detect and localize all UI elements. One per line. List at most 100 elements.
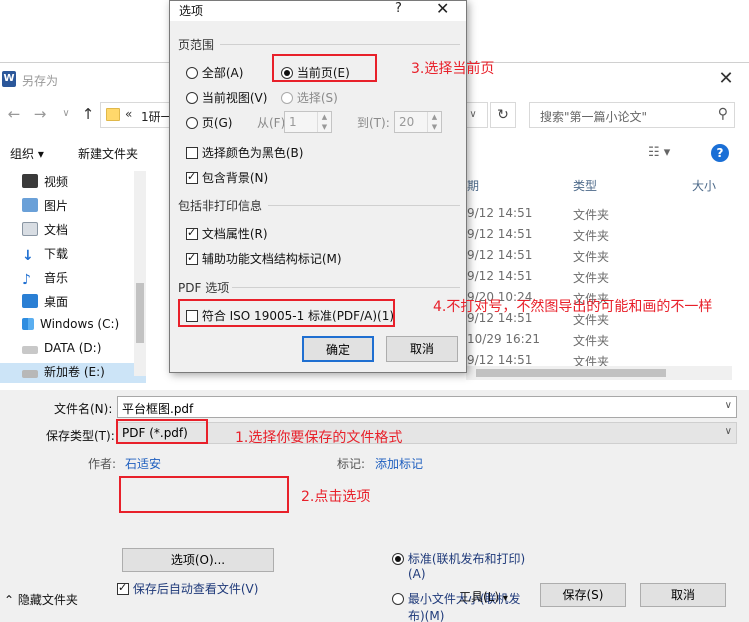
scrollbar-thumb[interactable]	[476, 369, 666, 377]
to-page-value[interactable]: 20	[399, 115, 414, 129]
word-app-icon: W	[2, 71, 16, 87]
checkbox-checked[interactable]	[117, 581, 129, 595]
back-arrow-icon[interactable]: ←	[4, 103, 24, 125]
help-icon[interactable]: ?	[711, 144, 729, 162]
sidebar-item-drive-e[interactable]: 新加卷 (E:)	[0, 363, 146, 383]
sidebar-item-drive-c[interactable]: Windows (C:)	[22, 317, 119, 337]
documents-icon	[22, 222, 38, 236]
column-size[interactable]: 大小	[692, 177, 716, 194]
stepper-arrows-icon[interactable]: ▲ ▼	[427, 112, 441, 132]
view-after-save-checkbox[interactable]: 保存后自动查看文件(V)	[117, 580, 258, 597]
radio-unselected[interactable]	[186, 117, 198, 129]
organize-button[interactable]: 组织 ▾	[10, 145, 44, 162]
file-type: 文件夹	[573, 250, 610, 264]
sidebar-item-label: Windows (C:)	[40, 317, 120, 331]
radio-unselected[interactable]	[186, 67, 198, 79]
divider	[220, 44, 460, 45]
page-range-radio[interactable]: 页(G)	[186, 114, 233, 131]
sidebar-item-documents[interactable]: 文档	[22, 221, 68, 241]
save-button[interactable]: 保存(S)	[540, 583, 626, 607]
chevron-down-icon[interactable]: ∨	[725, 426, 732, 437]
column-date-modified[interactable]: 期	[467, 177, 479, 194]
search-box[interactable]: 搜索"第一篇小论文" ⚲	[529, 102, 735, 128]
checkbox-checked[interactable]	[186, 226, 198, 240]
checkbox-checked[interactable]	[186, 251, 198, 265]
black-color-checkbox[interactable]: 选择颜色为黑色(B)	[186, 144, 303, 161]
scrollbar-thumb[interactable]	[136, 283, 144, 343]
hide-folders-label[interactable]: 隐藏文件夹	[18, 593, 78, 607]
filename-value[interactable]: 平台框图.pdf	[122, 402, 193, 416]
file-list-horizontal-scrollbar[interactable]	[466, 366, 732, 380]
author-value[interactable]: 石适安	[125, 455, 161, 472]
sidebar-item-pictures[interactable]: 图片	[22, 197, 68, 217]
annotation-step-2: 2.点击选项	[301, 489, 371, 505]
stepper-arrows-icon[interactable]: ▲ ▼	[317, 112, 331, 132]
from-page-stepper[interactable]: 1 ▲ ▼	[284, 111, 332, 133]
doc-properties-label: 文档属性(R)	[201, 227, 268, 241]
file-date: 9/12 14:51	[467, 353, 533, 367]
sidebar-item-desktop[interactable]: 桌面	[22, 293, 68, 313]
optimize-standard-label: 标准(联机发布和打印)	[407, 552, 526, 566]
radio-unselected[interactable]	[392, 593, 404, 605]
column-type[interactable]: 类型	[573, 177, 597, 194]
options-button[interactable]: 选项(O)...	[122, 548, 274, 572]
radio-selected[interactable]	[392, 553, 404, 565]
filetype-select[interactable]: PDF (*.pdf) ∨	[117, 422, 737, 444]
forward-arrow-icon[interactable]: →	[30, 103, 50, 125]
accessibility-tags-checkbox[interactable]: 辅助功能文档结构标记(M)	[186, 250, 342, 267]
help-icon[interactable]: ?	[395, 1, 402, 16]
view-options-icon[interactable]: ☷ ▾	[648, 145, 670, 160]
hide-folders-toggle[interactable]: ⌃ 隐藏文件夹	[4, 591, 78, 608]
tools-menu[interactable]: 工具(L) ▾	[459, 588, 508, 605]
add-tags-link[interactable]: 添加标记	[375, 455, 423, 472]
to-page-stepper[interactable]: 20 ▲ ▼	[394, 111, 442, 133]
refresh-icon[interactable]: ↻	[490, 102, 516, 128]
highlight-filetype	[116, 419, 208, 444]
tools-label[interactable]: 工具(L)	[459, 590, 499, 604]
search-icon[interactable]: ⚲	[718, 106, 728, 122]
music-note-icon: ♪	[22, 272, 31, 288]
sidebar-item-drive-d[interactable]: DATA (D:)	[22, 341, 101, 361]
checkbox-checked[interactable]	[186, 170, 198, 184]
all-pages-radio[interactable]: 全部(A)	[186, 64, 243, 81]
close-icon[interactable]: ✕	[436, 0, 449, 18]
filename-input[interactable]: 平台框图.pdf ∨	[117, 396, 737, 418]
breadcrumb-overflow[interactable]: «	[125, 107, 132, 121]
radio-disabled[interactable]	[281, 92, 293, 104]
all-pages-label: 全部(A)	[201, 66, 244, 80]
sidebar-item-label: 音乐	[44, 271, 69, 285]
page-range-group-label: 页范围	[178, 38, 215, 52]
filetype-label: 保存类型(T):	[46, 429, 115, 443]
up-arrow-icon[interactable]: ↑	[78, 103, 98, 125]
pdf-options-group-label: PDF 选项	[178, 281, 230, 295]
new-folder-button[interactable]: 新建文件夹	[78, 145, 138, 162]
author-label: 作者:	[88, 457, 117, 471]
from-page-value[interactable]: 1	[289, 115, 297, 129]
include-background-checkbox[interactable]: 包含背景(N)	[186, 169, 268, 186]
chevron-up-icon[interactable]: ⌃	[4, 593, 14, 607]
sidebar-item-music[interactable]: ♪ 音乐	[22, 269, 68, 289]
file-date: 9/12 14:51	[467, 227, 533, 241]
options-cancel-button[interactable]: 取消	[386, 336, 458, 362]
sidebar-item-videos[interactable]: 视频	[22, 173, 68, 193]
doc-properties-checkbox[interactable]: 文档属性(R)	[186, 225, 268, 242]
chevron-down-icon[interactable]: ∨	[725, 400, 732, 411]
recent-chevron-down-icon[interactable]: ∨	[56, 103, 76, 125]
radio-unselected[interactable]	[186, 92, 198, 104]
highlight-options-button	[119, 476, 289, 513]
sidebar-scrollbar[interactable]	[134, 171, 146, 376]
selection-radio[interactable]: 选择(S)	[281, 89, 338, 106]
sidebar-item-label: 下载	[44, 247, 69, 261]
file-type: 文件夹	[573, 334, 610, 348]
optimize-standard-radio[interactable]: 标准(联机发布和打印)	[392, 550, 525, 567]
search-input[interactable]: 搜索"第一篇小论文"	[540, 108, 647, 125]
current-view-radio[interactable]: 当前视图(V)	[186, 89, 267, 106]
sidebar-item-label: 图片	[44, 199, 69, 213]
close-icon[interactable]: ✕	[714, 68, 738, 90]
ok-button[interactable]: 确定	[302, 336, 374, 362]
checkbox-unchecked[interactable]	[186, 147, 198, 159]
cancel-button[interactable]: 取消	[640, 583, 726, 607]
sidebar-item-downloads[interactable]: ↓ 下载	[22, 245, 68, 265]
dialog-title: 另存为	[22, 74, 59, 88]
chevron-down-icon[interactable]: ▾	[503, 593, 508, 604]
